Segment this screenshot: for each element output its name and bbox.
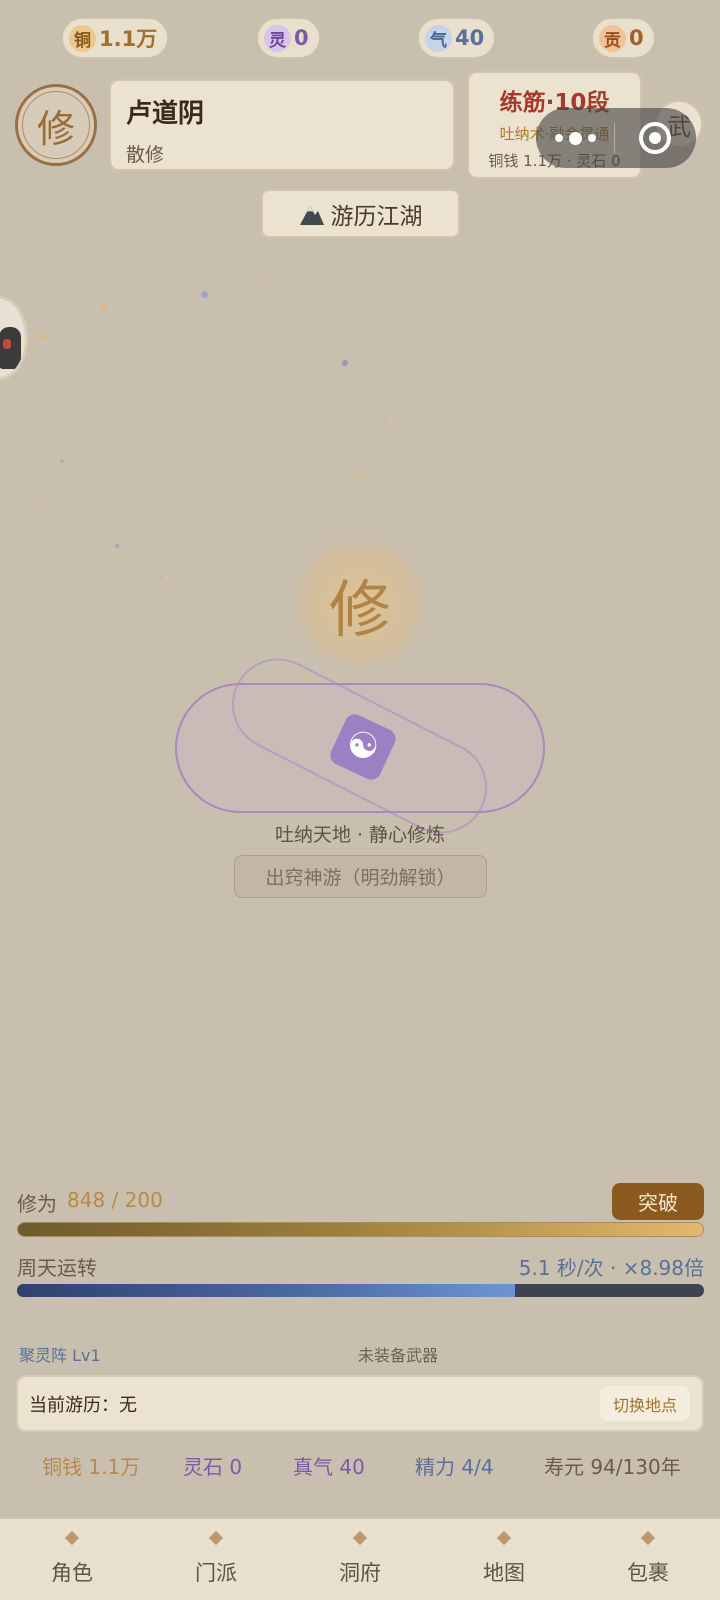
qi-icon: 气 — [425, 24, 452, 52]
stat-copper: 铜钱 1.1万 — [42, 1455, 141, 1479]
mountain-icon — [299, 205, 324, 225]
nav-character[interactable]: 角色 — [0, 1519, 144, 1600]
nav-cave[interactable]: 洞府 — [288, 1519, 432, 1600]
character-sect: 散修 — [126, 144, 165, 166]
avatar[interactable]: 修 — [15, 84, 97, 166]
travel-button[interactable]: 游历江湖 — [261, 189, 460, 238]
diamond-icon — [640, 1530, 656, 1546]
weapon-status[interactable]: 未装备武器 — [358, 1342, 438, 1366]
diamond-icon — [64, 1530, 80, 1546]
stat-energy: 精力 4/4 — [415, 1455, 494, 1479]
companion-avatar[interactable] — [0, 296, 28, 380]
switch-location-button[interactable]: 切换地点 — [599, 1386, 690, 1421]
xiuwei-progress-bar — [17, 1222, 704, 1237]
stat-lifespan: 寿元 94/130年 — [544, 1455, 681, 1479]
zhoutian-value: 5.1 秒/次 · ×8.98倍 — [518, 1256, 704, 1280]
particle — [115, 544, 119, 548]
profile-card[interactable]: 卢道阴 散修 — [109, 79, 455, 171]
qi-value: 40 — [455, 26, 485, 50]
zhoutian-progress-fill — [17, 1284, 516, 1297]
current-travel-card: 当前游历：无 切换地点 — [16, 1375, 704, 1432]
diamond-icon — [352, 1530, 368, 1546]
xiuwei-label: 修为 — [17, 1192, 57, 1216]
spirit-travel-button[interactable]: 出窍神游（明劲解锁） — [234, 855, 487, 898]
companion-scarf — [3, 339, 11, 349]
stat-spirit-stone: 灵石 0 — [183, 1455, 243, 1479]
stat-true-qi: 真气 40 — [293, 1455, 365, 1479]
zhoutian-label: 周天运转 — [17, 1256, 97, 1280]
nav-sect[interactable]: 门派 — [144, 1519, 288, 1600]
particle — [384, 417, 388, 421]
qi-resource[interactable]: 气 40 — [418, 18, 496, 58]
cultivation-caption: 吐纳天地 · 静心修炼 — [274, 824, 446, 846]
particle — [39, 333, 46, 340]
spirit-stone-resource[interactable]: 灵 0 — [257, 18, 320, 58]
nav-map[interactable]: 地图 — [432, 1519, 576, 1600]
copper-resource[interactable]: 铜 1.1万 — [62, 18, 169, 58]
resource-bar: 铜 1.1万 灵 0 气 40 贡 0 — [0, 18, 720, 58]
particle — [45, 503, 49, 507]
miniprogram-capsule — [536, 108, 696, 168]
spirit-stone-value: 0 — [294, 26, 309, 50]
character-name: 卢道阴 — [126, 99, 205, 129]
particle — [201, 291, 208, 298]
stats-row: 铜钱 1.1万 灵石 0 真气 40 精力 4/4 寿元 94/130年 — [0, 1451, 720, 1481]
nav-label: 地图 — [483, 1561, 525, 1585]
close-miniprogram-icon[interactable] — [615, 122, 695, 154]
travel-button-label: 游历江湖 — [330, 203, 423, 230]
nav-label: 包裹 — [627, 1561, 669, 1585]
contribution-icon: 贡 — [599, 24, 626, 52]
contribution-value: 0 — [629, 26, 644, 50]
taiji-icon: ☯ — [346, 726, 380, 767]
copper-coin-icon: 铜 — [69, 24, 96, 52]
cultivation-core: 修 — [293, 537, 427, 671]
bottom-nav: 角色 门派 洞府 地图 包裹 — [0, 1518, 720, 1600]
xiuwei-progress-fill — [18, 1223, 703, 1236]
xiuwei-value: 848 / 200 — [67, 1188, 163, 1212]
more-options-icon[interactable] — [536, 131, 614, 145]
diamond-icon — [496, 1530, 512, 1546]
current-travel-label: 当前游历：无 — [29, 1394, 137, 1416]
nav-label: 洞府 — [339, 1561, 381, 1585]
particle — [342, 360, 348, 366]
particle — [158, 574, 163, 579]
copper-value: 1.1万 — [99, 27, 158, 51]
particle — [60, 459, 64, 463]
particle — [268, 270, 273, 275]
zhoutian-progress-bar — [17, 1284, 704, 1297]
formation-status[interactable]: 聚灵阵 Lv1 — [19, 1342, 101, 1366]
nav-label: 角色 — [51, 1561, 93, 1585]
diamond-icon — [208, 1530, 224, 1546]
breakthrough-button[interactable]: 突破 — [612, 1183, 704, 1220]
spirit-stone-icon: 灵 — [264, 24, 291, 52]
nav-label: 门派 — [195, 1561, 237, 1585]
avatar-char: 修 — [22, 91, 90, 159]
contribution-resource[interactable]: 贡 0 — [592, 18, 655, 58]
nav-inventory[interactable]: 包裹 — [576, 1519, 720, 1600]
particle — [355, 473, 360, 478]
particle — [329, 530, 333, 534]
particle — [101, 304, 108, 311]
